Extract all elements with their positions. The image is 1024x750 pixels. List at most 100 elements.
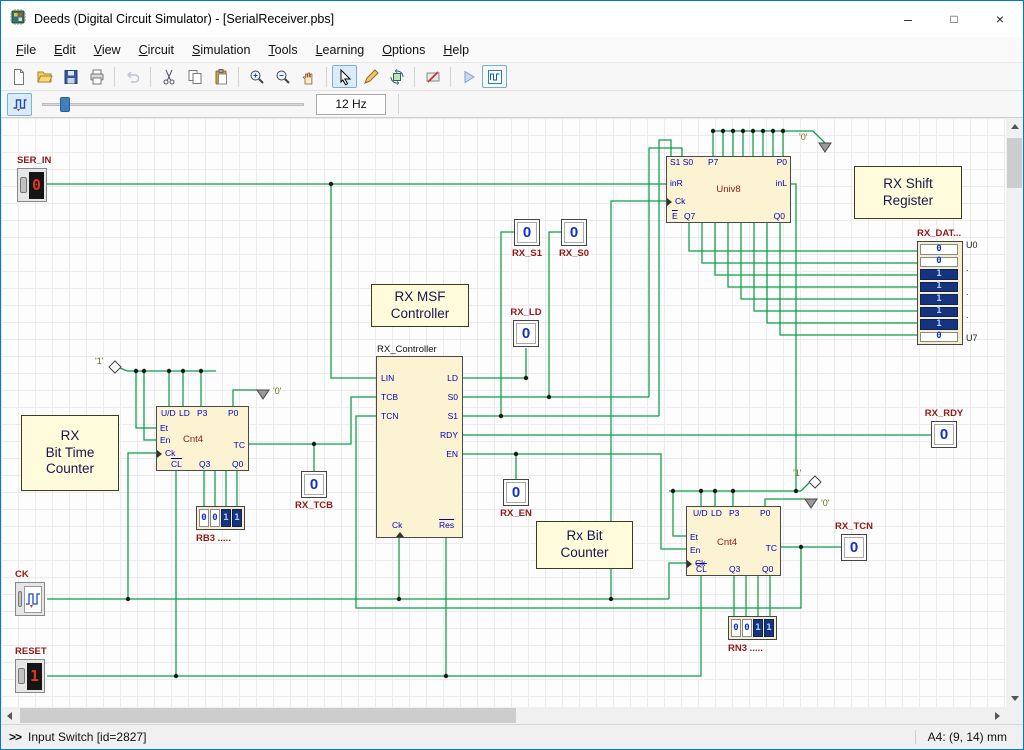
vertical-scrollbar[interactable] xyxy=(1006,118,1023,707)
display-rx-dat[interactable]: RX_DAT... 0 0 1 1 1 1 1 0 U0 . . xyxy=(917,228,997,348)
clock-waveform-icon xyxy=(24,586,42,613)
menu-learning[interactable]: Learning xyxy=(307,39,374,61)
undo-button[interactable] xyxy=(120,65,145,88)
clock-generator-ck[interactable]: CK xyxy=(15,582,45,616)
svg-text:'1': '1' xyxy=(793,468,802,478)
vertical-scroll-thumb[interactable] xyxy=(1007,138,1022,188)
svg-text:'0': '0' xyxy=(273,386,282,396)
app-icon xyxy=(9,8,27,31)
scroll-up-arrow[interactable] xyxy=(1006,118,1023,135)
input-switch-reset[interactable]: RESET 1 xyxy=(15,659,45,693)
input-switch-ser-in[interactable]: SER_IN 0 xyxy=(17,168,47,202)
chip-cnt4-bit-time[interactable]: U/D LD P3 P0 Et En Ck TC Cnt4 CL Q3 Q0 xyxy=(156,406,249,471)
display-rb3[interactable]: 0 0 1 1 RB3 ..... xyxy=(196,506,256,548)
zoom-in-button[interactable] xyxy=(244,65,269,88)
bit-cell: 0 xyxy=(920,332,958,343)
pin-label: En xyxy=(160,436,170,445)
timing-diagram-button[interactable] xyxy=(482,65,507,88)
rotate-component-button[interactable] xyxy=(384,65,409,88)
zoom-out-button[interactable] xyxy=(270,65,295,88)
led-label: RX_TCB xyxy=(295,500,333,511)
probe-tool-button[interactable] xyxy=(358,65,383,88)
maximize-button[interactable]: □ xyxy=(931,1,977,37)
chip-cnt4-bit-counter[interactable]: U/D LD P3 P0 Et En Ck TC Cnt4 CL Q3 Q0 xyxy=(686,506,781,576)
scroll-right-arrow[interactable] xyxy=(989,707,1006,724)
save-button[interactable] xyxy=(58,65,83,88)
clock-waveform-button[interactable] xyxy=(7,93,32,116)
display-label: RX_DAT... xyxy=(917,228,961,239)
pan-hand-button[interactable] xyxy=(296,65,321,88)
status-bar: >> Input Switch [id=2827] A4: (9, 14) mm xyxy=(1,724,1023,749)
switch-lever[interactable] xyxy=(20,177,27,193)
led-rx-ld[interactable]: 0 RX_LD xyxy=(513,320,539,347)
pin-label: TCN xyxy=(381,412,398,421)
horizontal-scrollbar[interactable] xyxy=(1,707,1006,724)
cut-button[interactable] xyxy=(156,65,181,88)
note-line: Register xyxy=(883,193,933,210)
pin-label: LD xyxy=(447,374,458,383)
led-rx-en[interactable]: 0 RX_EN xyxy=(503,479,529,506)
led-value: 0 xyxy=(301,471,327,498)
menu-edit[interactable]: Edit xyxy=(45,39,85,61)
led-label: RX_EN xyxy=(500,508,532,519)
chip-rx-controller[interactable]: RX_Controller LIN TCB TCN LD S0 S1 RDY E… xyxy=(376,356,463,538)
schematic-canvas[interactable]: '0' '1' '0' '1' '0' SER_IN 0 xyxy=(1,118,1006,707)
chip-univ8-shift-register[interactable]: S1 S0 P7 P0 inR inL Ck Univ8 E Q7 Q0 xyxy=(666,156,791,223)
menu-circuit[interactable]: Circuit xyxy=(130,39,183,61)
led-rx-s1[interactable]: 0 RX_S1 xyxy=(514,219,540,246)
led-rx-tcn[interactable]: 0 RX_TCN xyxy=(841,534,867,561)
scroll-down-arrow[interactable] xyxy=(1006,690,1023,707)
pin-label: TCB xyxy=(381,393,398,402)
display-rn3[interactable]: 0 0 1 1 RN3 ..... xyxy=(728,616,788,658)
bit-cell: 0 xyxy=(920,244,958,255)
note-rx-msf-controller[interactable]: RX MSF Controller xyxy=(371,284,469,327)
bit-cell: 1 xyxy=(753,619,763,637)
note-rx-shift-register[interactable]: RX Shift Register xyxy=(854,166,962,219)
note-rx-bit-counter[interactable]: Rx Bit Counter xyxy=(536,521,633,569)
led-rx-tcb[interactable]: 0 RX_TCB xyxy=(301,471,327,498)
pin-label: inL xyxy=(776,179,787,188)
note-rx-bit-time-counter[interactable]: RX Bit Time Counter xyxy=(21,415,119,491)
scroll-left-arrow[interactable] xyxy=(1,707,18,724)
bit-cell: 1 xyxy=(920,294,958,305)
title-bar: Deeds (Digital Circuit Simulator) - [Ser… xyxy=(1,1,1023,37)
paste-button[interactable] xyxy=(208,65,233,88)
horizontal-scroll-thumb[interactable] xyxy=(20,708,516,723)
run-simulation-button[interactable] xyxy=(456,65,481,88)
slider-track[interactable] xyxy=(42,103,304,106)
pin-label: P0 xyxy=(760,509,770,518)
menu-options[interactable]: Options xyxy=(373,39,434,61)
pin-label: En xyxy=(690,546,700,555)
menu-tools[interactable]: Tools xyxy=(259,39,306,61)
minimize-button[interactable]: – xyxy=(885,1,931,37)
clock-speed-slider[interactable] xyxy=(42,95,304,113)
new-file-button[interactable] xyxy=(6,65,31,88)
menu-view[interactable]: View xyxy=(85,39,130,61)
print-button[interactable] xyxy=(84,65,109,88)
led-rx-s0[interactable]: 0 RX_S0 xyxy=(561,219,587,246)
led-value: 0 xyxy=(841,534,867,561)
select-tool-button[interactable] xyxy=(332,65,357,88)
bit-cell: 1 xyxy=(920,282,958,293)
pin-label: Q7 xyxy=(684,212,695,221)
copy-button[interactable] xyxy=(182,65,207,88)
component-label: SER_IN xyxy=(17,155,51,166)
switch-lever[interactable] xyxy=(18,668,25,684)
slider-thumb[interactable] xyxy=(60,97,70,112)
delete-wire-button[interactable] xyxy=(420,65,445,88)
pin-label: P7 xyxy=(708,158,718,167)
led-label: RX_S0 xyxy=(559,248,589,259)
menu-help[interactable]: Help xyxy=(434,39,478,61)
svg-text:'0': '0' xyxy=(799,132,808,142)
component-label: RESET xyxy=(15,646,47,657)
menu-simulation[interactable]: Simulation xyxy=(183,39,259,61)
bit-cell: 0 xyxy=(199,509,209,527)
led-rx-rdy[interactable]: 0 RX_RDY xyxy=(931,421,957,448)
switch-lever[interactable] xyxy=(18,591,22,607)
close-button[interactable]: × xyxy=(977,1,1023,37)
open-file-button[interactable] xyxy=(32,65,57,88)
menu-file[interactable]: File xyxy=(7,39,45,61)
status-chevrons-icon: >> xyxy=(9,730,21,744)
status-page-coords: A4: (9, 14) mm xyxy=(915,730,1021,744)
scrollbar-corner xyxy=(1006,707,1023,724)
